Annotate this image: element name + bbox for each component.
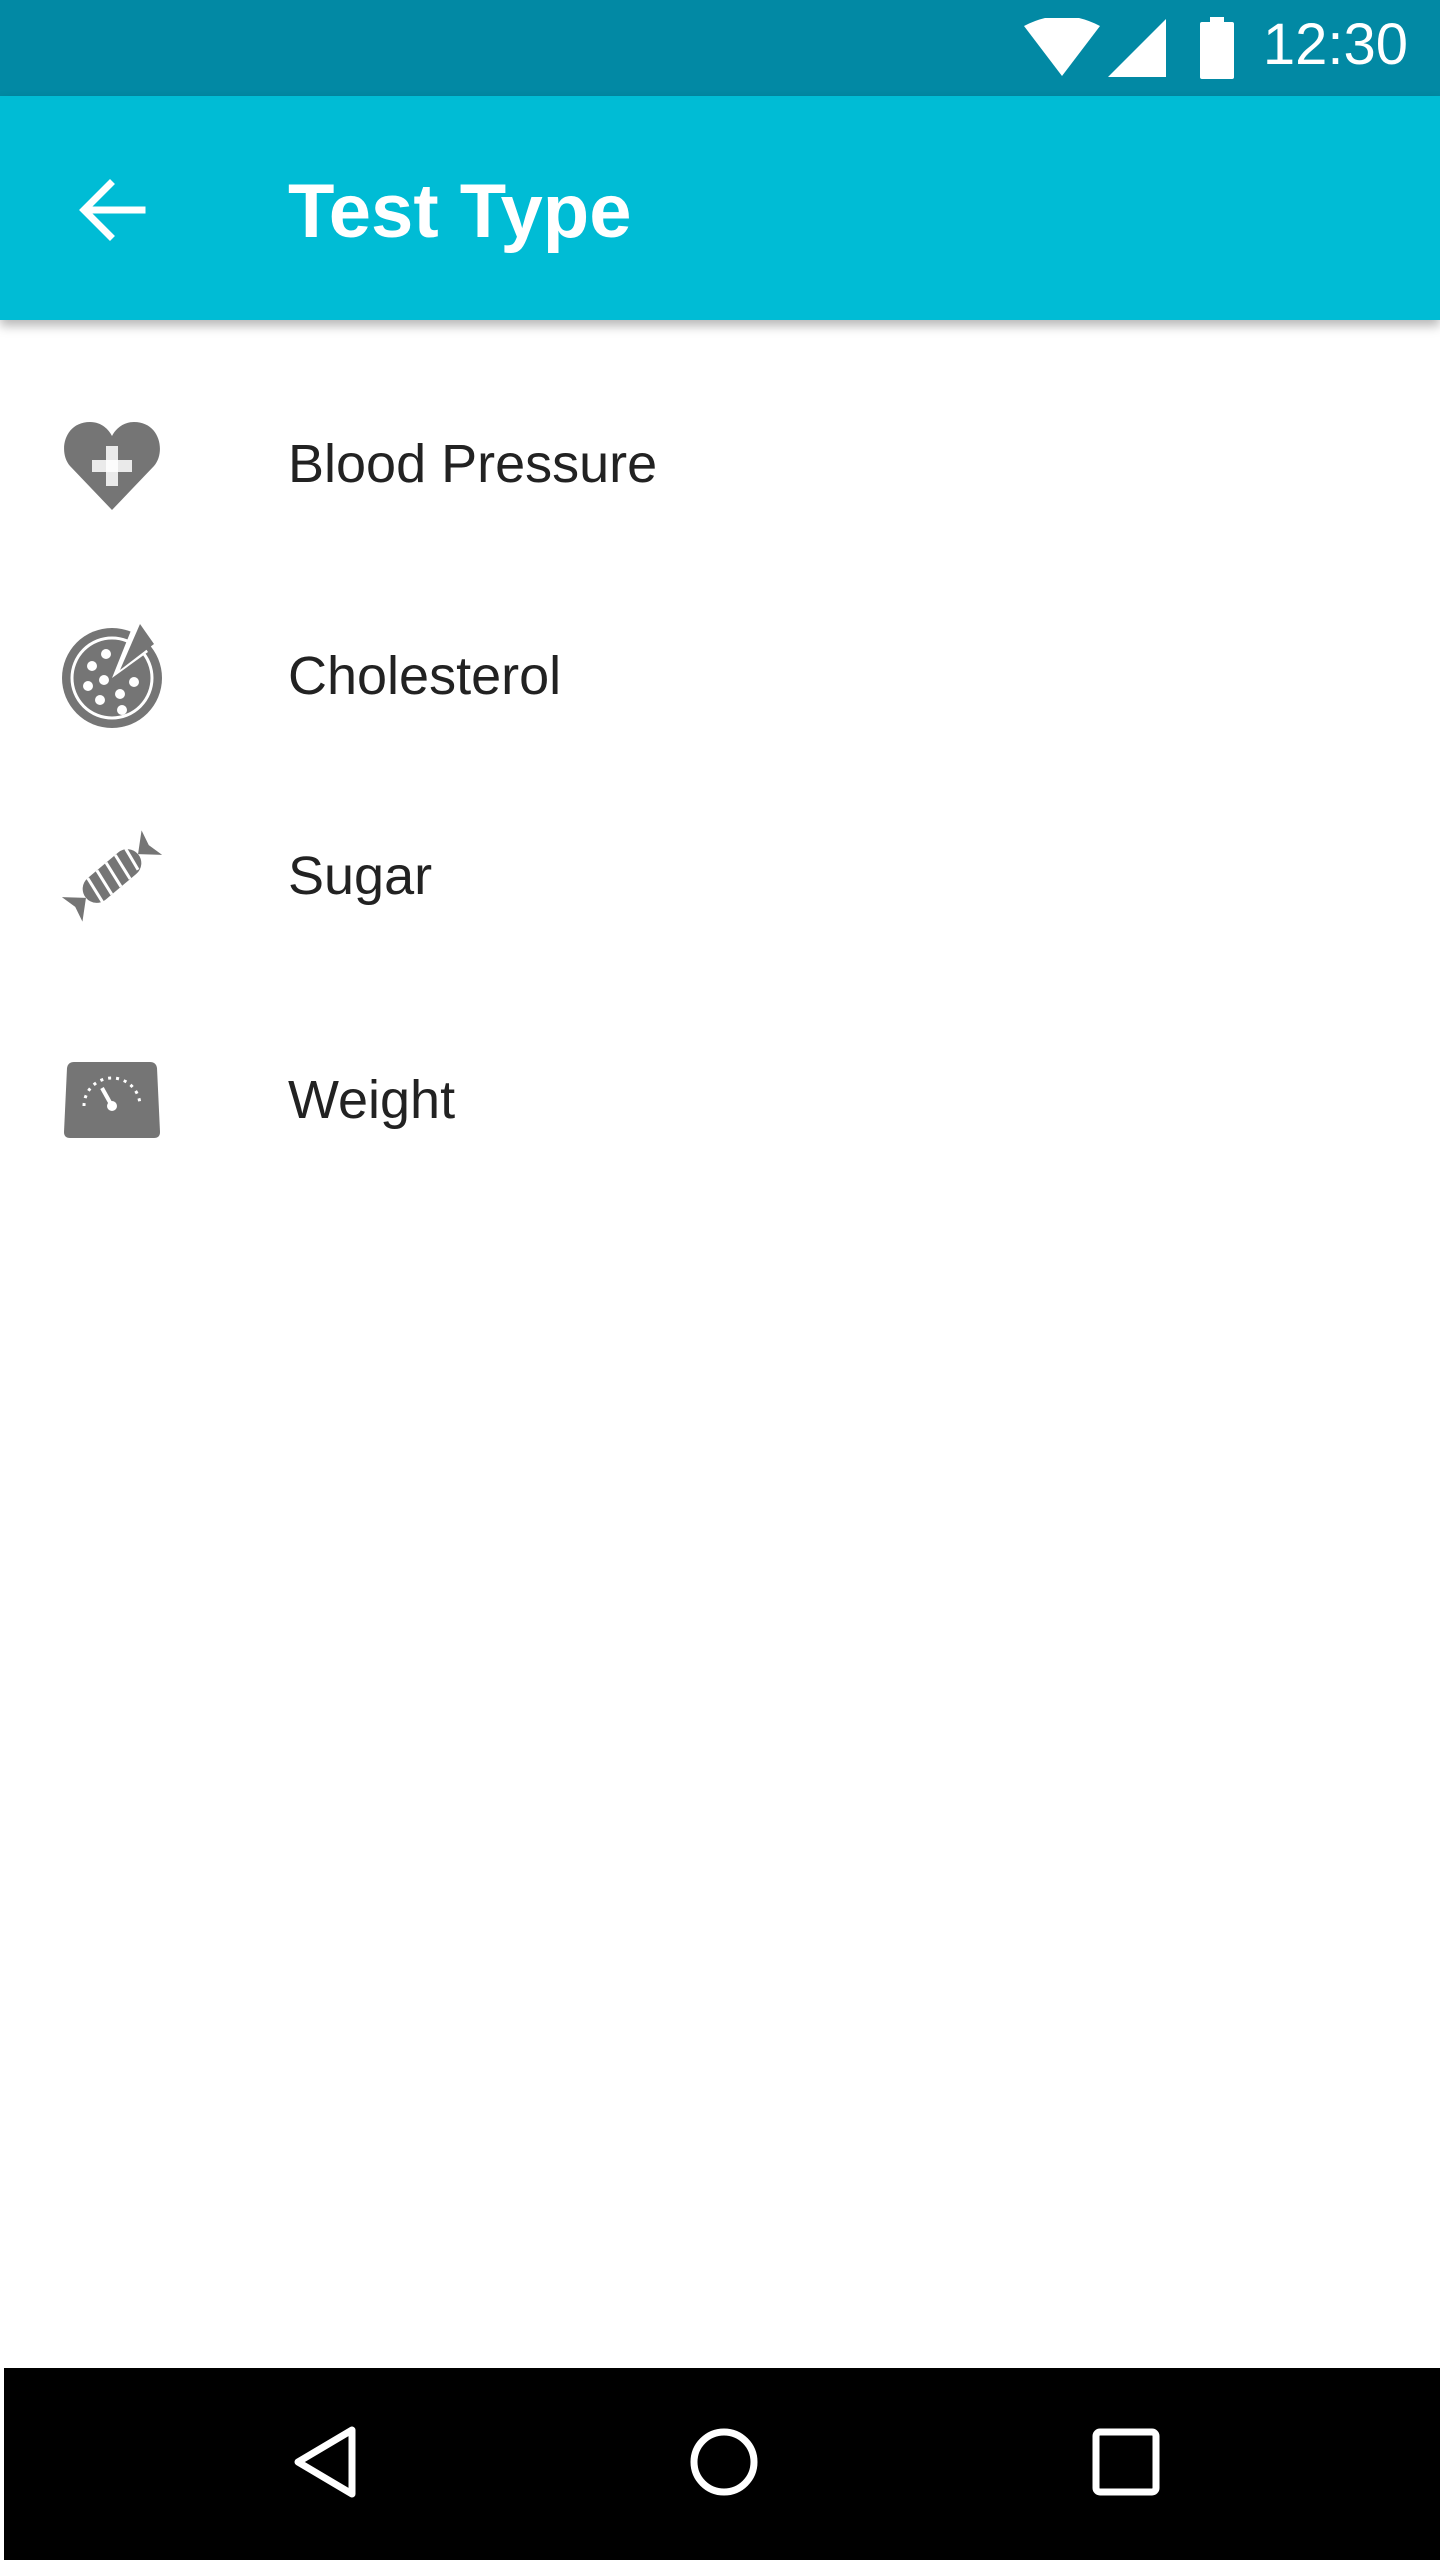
page-title: Test Type — [288, 169, 632, 254]
candy-icon — [56, 820, 168, 932]
list-item-sugar[interactable]: Sugar — [0, 776, 1440, 976]
navigation-bar — [4, 2368, 1440, 2560]
cellular-signal-icon — [1108, 0, 1166, 96]
list-item-label: Cholesterol — [288, 646, 562, 706]
list-item-weight[interactable]: Weight — [0, 1000, 1440, 1200]
status-time: 12:30 — [1262, 12, 1408, 77]
wifi-icon — [1024, 0, 1100, 96]
nav-home-button[interactable] — [668, 2408, 780, 2520]
nav-recents-icon — [1091, 2427, 1161, 2502]
nav-recents-button[interactable] — [1070, 2408, 1182, 2520]
list-item-blood-pressure[interactable]: Blood Pressure — [0, 364, 1440, 564]
pizza-icon — [56, 620, 168, 732]
status-bar: 12:30 — [0, 0, 1440, 96]
nav-back-button[interactable] — [270, 2408, 382, 2520]
list-item-label: Sugar — [288, 846, 433, 906]
heart-plus-icon — [56, 408, 168, 520]
scale-icon — [56, 1044, 168, 1156]
nav-home-icon — [689, 2427, 759, 2502]
list-item-label: Blood Pressure — [288, 434, 658, 494]
list-item-cholesterol[interactable]: Cholesterol — [0, 576, 1440, 776]
list-item-label: Weight — [288, 1070, 456, 1130]
arrow-back-icon — [76, 174, 148, 251]
battery-icon — [1198, 0, 1236, 96]
back-button[interactable] — [68, 168, 156, 256]
app-bar: Test Type — [0, 96, 1440, 320]
nav-back-icon — [290, 2424, 362, 2505]
